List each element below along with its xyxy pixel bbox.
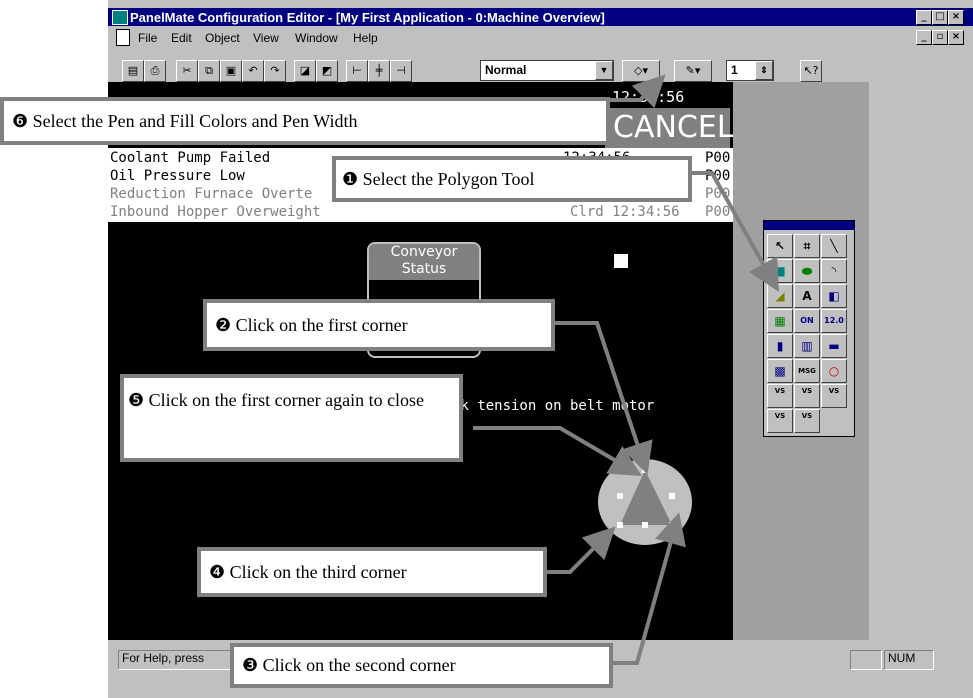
callout-polygon-tool: ❶ Select the Polygon Tool [332,156,692,202]
arrow-5 [473,426,642,477]
callout-third-corner: ❹ Click on the third corner [197,547,547,597]
arrow-4 [547,526,616,574]
arrow-6 [610,74,666,109]
callout-close-polygon: ❺ Click on the first corner again to clo… [120,374,463,462]
callout-second-corner: ❸ Click on the second corner [230,643,613,688]
callout-first-corner: ❷ Click on the first corner [203,299,555,351]
arrow-1 [688,171,779,292]
callout-pen-fill: ❻ Select the Pen and Fill Colors and Pen… [0,97,610,145]
arrow-3 [613,512,686,665]
arrow-2 [555,321,653,475]
